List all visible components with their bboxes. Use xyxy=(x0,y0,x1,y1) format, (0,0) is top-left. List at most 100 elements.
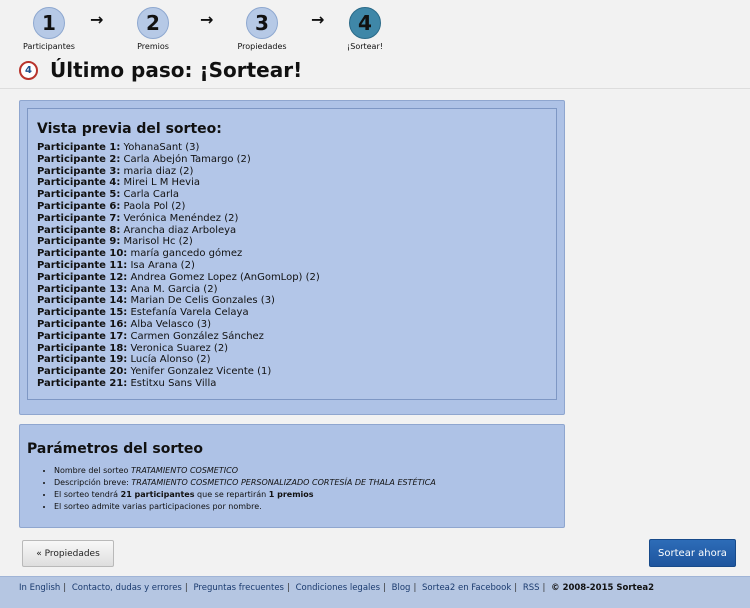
footer-separator: | xyxy=(184,583,188,593)
step-2-number: 2 xyxy=(137,7,169,39)
footer-copyright: © 2008-2015 Sortea2 xyxy=(551,583,655,593)
footer-link-english[interactable]: In English xyxy=(19,583,60,593)
back-to-properties-button[interactable]: « Propiedades xyxy=(22,540,114,567)
preview-inner: Vista previa del sorteo: Participante 1:… xyxy=(27,108,557,400)
participant-label: Participante 10: xyxy=(37,248,128,260)
list-item: Participante 10: maría gancedo gómez xyxy=(37,248,547,260)
participant-label: Participante 5: xyxy=(37,189,121,201)
param-prizes-count: 1 premios xyxy=(268,490,314,499)
step-4: 4 ¡Sortear! xyxy=(325,7,405,51)
footer: In English | Contacto, dudas y errores | P… xyxy=(0,576,750,608)
list-item: Participante 11: Isa Arana (2) xyxy=(37,260,547,272)
params-title: Parámetros del sorteo xyxy=(27,441,204,457)
param-desc-value: TRATAMIENTO COSMETICO PERSONALIZADO CORT… xyxy=(131,478,436,487)
participant-name: Paola Pol (2) xyxy=(123,200,186,212)
step-2-label: Premios xyxy=(137,42,169,51)
footer-link-facebook[interactable]: Sortea2 en Facebook xyxy=(422,583,511,593)
step-badge: 4 xyxy=(19,60,38,80)
participant-label: Participante 15: xyxy=(37,307,128,319)
participant-name: Andrea Gomez Lopez (AnGomLop) (2) xyxy=(130,271,320,283)
participant-name: Isa Arana (2) xyxy=(130,259,195,271)
list-item: Participante 16: Alba Velasco (3) xyxy=(37,319,547,331)
participant-label: Participante 18: xyxy=(37,342,128,354)
list-item: Participante 3: maria diaz (2) xyxy=(37,166,547,178)
param-count-middle: que se repartirán xyxy=(197,490,267,499)
participant-name: YohanaSant (3) xyxy=(123,142,200,153)
participant-list: Participante 1: YohanaSant (3) Participa… xyxy=(37,142,547,390)
step-1-label: Participantes xyxy=(23,42,75,51)
step-4-number: 4 xyxy=(349,7,381,39)
step-3-label: Propiedades xyxy=(237,42,287,51)
step-1: 1 Participantes xyxy=(9,7,89,51)
list-item: Participante 7: Verónica Menéndez (2) xyxy=(37,213,547,225)
participant-label: Participante 14: xyxy=(37,295,128,307)
param-name-label: Nombre del sorteo xyxy=(54,466,129,475)
list-item: Participante 14: Marian De Celis Gonzale… xyxy=(37,295,547,307)
participant-name: Mirei L M Hevia xyxy=(123,177,200,189)
footer-separator: | xyxy=(63,583,67,593)
footer-link-faq[interactable]: Preguntas frecuentes xyxy=(193,583,284,593)
list-item: Participante 19: Lucía Alonso (2) xyxy=(37,354,547,366)
list-item: Participante 8: Arancha diaz Arboleya xyxy=(37,225,547,237)
participant-name: Yenifer Gonzalez Vicente (1) xyxy=(130,366,272,378)
param-participants-count: 21 participantes xyxy=(120,490,195,499)
participant-label: Participante 2: xyxy=(37,153,121,165)
participant-name: Lucía Alonso (2) xyxy=(130,354,211,366)
list-item: Participante 20: Yenifer Gonzalez Vicent… xyxy=(37,366,547,378)
footer-separator: | xyxy=(287,583,290,593)
footer-link-contact[interactable]: Contacto, dudas y errores xyxy=(72,583,182,593)
list-item: Participante 15: Estefanía Varela Celaya xyxy=(37,307,547,319)
draw-now-button[interactable]: Sortear ahora xyxy=(649,539,736,567)
participant-label: Participante 19: xyxy=(37,354,128,366)
step-progress: 1 Participantes → 2 Premios → 3 Propieda… xyxy=(0,0,750,56)
param-name-value: TRATAMIENTO COSMETICO xyxy=(130,466,238,475)
list-item: Participante 4: Mirei L M Hevia xyxy=(37,177,547,189)
participant-label: Participante 12: xyxy=(37,271,128,283)
participant-label: Participante 7: xyxy=(37,212,121,224)
page-title: Último paso: ¡Sortear! xyxy=(50,58,303,82)
participant-name: Ana M. Garcia (2) xyxy=(130,283,218,295)
participant-name: Estefanía Varela Celaya xyxy=(130,307,249,319)
footer-separator: | xyxy=(413,583,417,593)
params-panel: Parámetros del sorteo Nombre del sorteo … xyxy=(19,424,565,528)
params-list: Nombre del sorteo TRATAMIENTO COSMETICO … xyxy=(27,465,557,513)
participant-label: Participante 9: xyxy=(37,236,121,248)
participant-name: Veronica Suarez (2) xyxy=(130,342,229,354)
arrow-right-icon: → xyxy=(90,10,104,29)
preview-panel: Vista previa del sorteo: Participante 1:… xyxy=(19,100,565,415)
step-3-number: 3 xyxy=(246,7,278,39)
param-desc-label: Descripción breve: xyxy=(54,478,129,487)
footer-link-legal[interactable]: Condiciones legales xyxy=(296,583,380,593)
participant-label: Participante 20: xyxy=(37,366,128,378)
param-count: El sorteo tendrá 21 participantes que se… xyxy=(54,489,557,501)
participant-label: Participante 16: xyxy=(37,318,128,330)
param-count-prefix: El sorteo tendrá xyxy=(54,490,119,499)
footer-separator: | xyxy=(514,583,518,593)
participant-label: Participante 1: xyxy=(37,142,121,153)
participant-label: Participante 4: xyxy=(37,177,121,189)
list-item: Participante 18: Veronica Suarez (2) xyxy=(37,343,547,355)
footer-link-rss[interactable]: RSS xyxy=(523,583,540,593)
list-item: Participante 6: Paola Pol (2) xyxy=(37,201,547,213)
participant-label: Participante 8: xyxy=(37,224,121,236)
list-item: Participante 17: Carmen González Sánchez xyxy=(37,331,547,343)
participant-label: Participante 11: xyxy=(37,259,128,271)
participant-name: maría gancedo gómez xyxy=(130,248,243,260)
participant-name: Marisol Hc (2) xyxy=(123,236,193,248)
participant-label: Participante 6: xyxy=(37,200,121,212)
list-item: Participante 21: Estitxu Sans Villa xyxy=(37,378,547,390)
param-description: Descripción breve: TRATAMIENTO COSMETICO… xyxy=(54,477,557,489)
arrow-right-icon: → xyxy=(311,10,325,29)
preview-title: Vista previa del sorteo: xyxy=(37,121,222,137)
list-item: Participante 2: Carla Abejón Tamargo (2) xyxy=(37,154,547,166)
participant-name: Alba Velasco (3) xyxy=(130,318,212,330)
list-item: Participante 5: Carla Carla xyxy=(37,189,547,201)
participant-name: maria diaz (2) xyxy=(123,165,194,177)
param-name: Nombre del sorteo TRATAMIENTO COSMETICO xyxy=(54,465,557,477)
step-3: 3 Propiedades xyxy=(222,7,302,51)
footer-separator: | xyxy=(383,583,386,593)
footer-link-blog[interactable]: Blog xyxy=(392,583,411,593)
participant-label: Participante 13: xyxy=(37,283,128,295)
step-1-number: 1 xyxy=(33,7,65,39)
participant-label: Participante 17: xyxy=(37,330,128,342)
